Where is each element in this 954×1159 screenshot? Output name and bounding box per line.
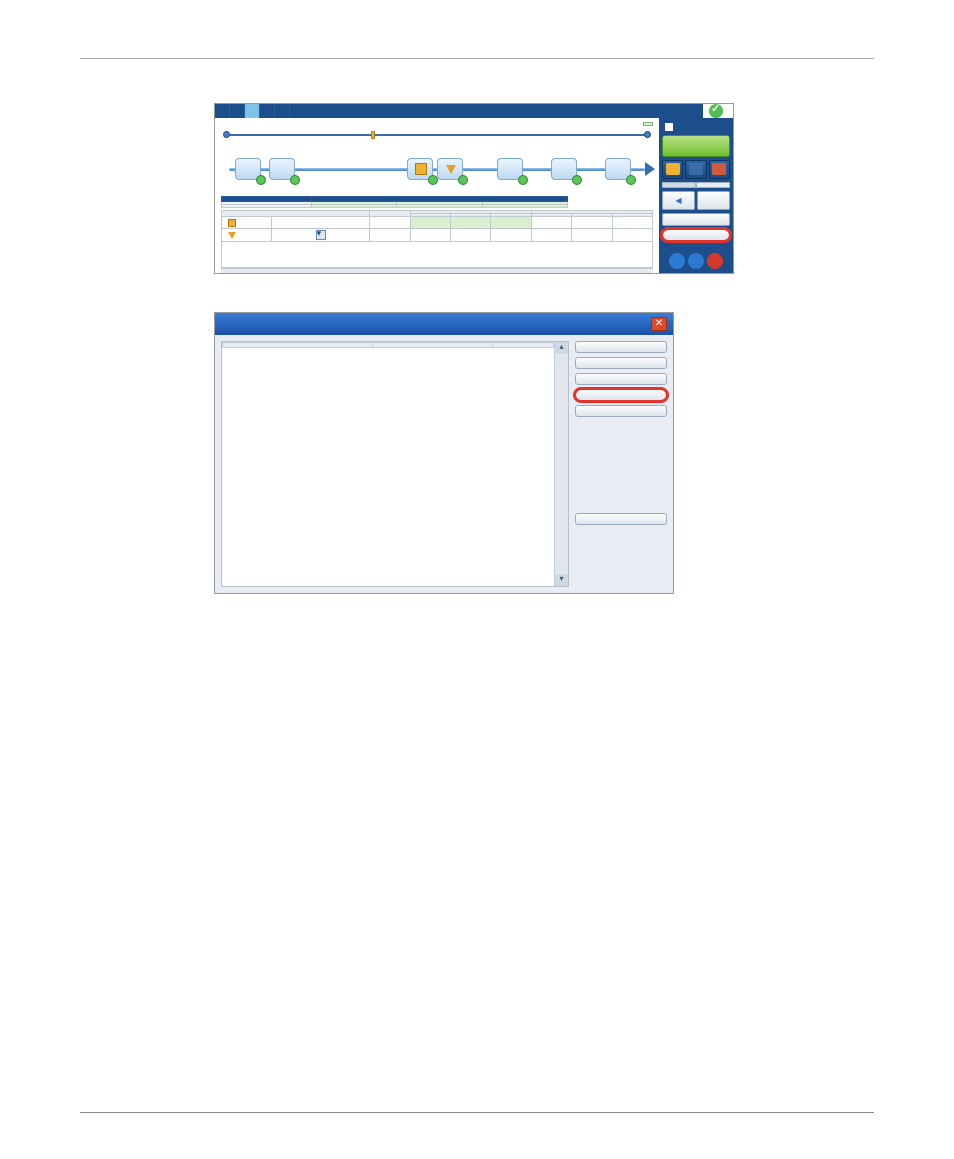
endpoint-a-icon [223,131,230,138]
row1-refl-1 [572,229,612,242]
row0-refl-1 [572,217,612,229]
close-icon[interactable] [707,253,723,269]
row0-loss-2 [491,217,531,229]
scrollbar[interactable]: ▴ ▾ [554,342,568,586]
endpoint-b-icon [644,131,651,138]
info-icon[interactable] [669,253,685,269]
app-icon [665,123,673,131]
import-button[interactable] [575,389,667,401]
row1-loss-0 [410,229,450,242]
status-dot-icon [518,175,528,185]
splitter-marker-icon [371,131,375,139]
tabbar [215,104,733,118]
dialog-buttons [575,341,667,587]
close-button[interactable] [575,513,667,525]
row1-loss-1 [450,229,490,242]
side-tab-menu[interactable] [662,182,696,188]
check-icon [709,104,723,118]
delete-button[interactable] [575,373,667,385]
node-3[interactable] [437,158,463,180]
dialog-titlebar: ✕ [215,313,673,335]
home-button[interactable] [697,191,730,210]
dropdown-icon[interactable] [316,230,326,240]
node-6[interactable] [605,158,631,180]
open-button[interactable] [662,160,683,179]
tab-iolm[interactable] [230,104,245,118]
screenshot-linkview: ◀ [214,103,734,274]
row1-refl-0 [531,229,571,242]
node-0[interactable] [235,158,261,180]
scroll-down-icon[interactable]: ▾ [555,574,568,586]
node-1[interactable] [269,158,295,180]
side-panel: ◀ [659,118,733,273]
distance-badge [643,122,653,126]
status-dot-icon [626,175,636,185]
iolm-summary-table [221,196,653,208]
dialog-close-button[interactable]: ✕ [651,317,667,331]
back-button[interactable]: ◀ [662,191,695,210]
tab-elements[interactable] [260,104,275,118]
status-bar [221,268,653,273]
side-tabs [662,182,730,188]
splitter-icon [446,165,456,174]
node-5[interactable] [551,158,577,180]
link-view-panel [215,118,659,273]
row1-loss-2 [491,229,531,242]
tab-source[interactable] [215,104,230,118]
side-tab-testconfig[interactable] [696,182,730,188]
duplicate-button[interactable] [575,341,667,353]
status-dot-icon [256,175,266,185]
node-4[interactable] [497,158,523,180]
page-footer [80,1112,874,1119]
status-dot-icon [572,175,582,185]
status-dot-icon [458,175,468,185]
splitter-row-icon [228,232,236,239]
scroll-right-arrow-icon[interactable] [645,162,655,176]
row0-refl-2 [612,217,652,229]
linkorl-label [222,205,312,208]
overview-track[interactable] [221,128,653,142]
folder-icon [666,163,680,175]
event-row-0[interactable] [222,217,653,229]
modify-button[interactable] [575,357,667,369]
row0-refl-0 [531,217,571,229]
help-icon[interactable] [688,253,704,269]
events-table [221,210,653,268]
row0-loss-1 [450,217,490,229]
linkorl-1490 [397,205,482,208]
pass-badge [703,104,733,118]
node-strip[interactable] [221,150,653,190]
start-button[interactable] [662,135,730,157]
tools-icon [712,163,726,175]
row0-pos [370,217,410,229]
row0-loss-0 [410,217,450,229]
export-button[interactable] [575,405,667,417]
tab-measurement-info[interactable] [275,104,290,118]
row1-refl-2 [612,229,652,242]
scroll-up-icon[interactable]: ▴ [555,342,568,354]
col-name[interactable] [223,343,373,348]
row1-pos [370,229,410,242]
config-button[interactable] [709,160,730,179]
status-dot-icon [290,175,300,185]
divider [80,58,874,59]
node-2[interactable] [407,158,433,180]
tab-linkview[interactable] [245,104,260,118]
select-button[interactable] [662,213,730,226]
side-title [662,122,730,132]
config-list: ▴ ▾ [221,341,569,587]
linkorl-1310 [312,205,397,208]
connector-icon [228,219,236,227]
linkorl-1550 [482,205,567,208]
save-button[interactable] [685,160,706,179]
col-identifiers[interactable] [373,343,493,348]
screenshot-test-config-mgmt: ✕ ▴ ▾ [214,312,674,594]
manage-button[interactable] [662,229,730,242]
event-row-1[interactable] [222,229,653,242]
col-splitter-ratio[interactable] [493,343,554,348]
disk-icon [689,163,703,175]
